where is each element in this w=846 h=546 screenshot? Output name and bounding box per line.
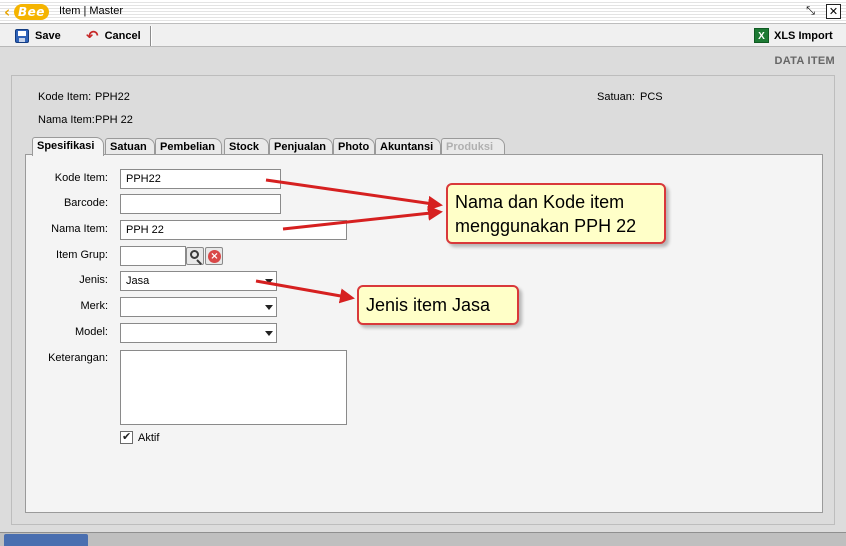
tab-spesifikasi[interactable]: Spesifikasi — [32, 137, 104, 156]
arrow-nama-to-callout — [282, 205, 443, 231]
callout-nama-kode: Nama dan Kode item menggunakan PPH 22 — [446, 183, 666, 244]
annotation-arrows — [255, 178, 443, 304]
bottom-taskbar — [0, 532, 846, 546]
arrow-kode-to-callout — [265, 178, 443, 211]
taskbar-tab[interactable] — [4, 534, 88, 546]
callout-jenis: Jenis item Jasa — [357, 285, 519, 325]
arrow-jenis-to-callout — [255, 279, 355, 304]
